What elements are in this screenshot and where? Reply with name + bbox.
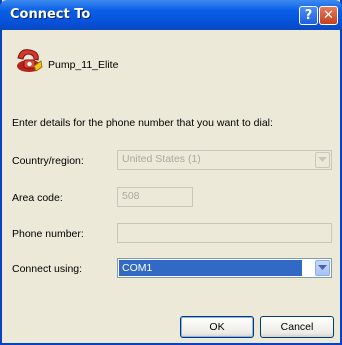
connect-using-label: Connect using: bbox=[12, 263, 83, 275]
connect-to-dialog: Connect To ? ✕ Pump_11_Elite Enter detai… bbox=[0, 0, 342, 345]
area-code-label: Area code: bbox=[12, 192, 63, 204]
instructions-text: Enter details for the phone number that … bbox=[12, 117, 273, 129]
close-button[interactable]: ✕ bbox=[319, 6, 338, 25]
phone-icon bbox=[14, 44, 44, 74]
chevron-down-icon bbox=[315, 152, 330, 168]
phone-number-label: Phone number: bbox=[12, 228, 84, 240]
window-title: Connect To bbox=[10, 7, 91, 22]
ok-button[interactable]: OK bbox=[180, 316, 254, 338]
country-region-label: Country/region: bbox=[12, 155, 84, 167]
title-bar[interactable]: Connect To ? ✕ bbox=[0, 0, 342, 30]
connection-name: Pump_11_Elite bbox=[48, 59, 119, 71]
area-code-value: 508 bbox=[122, 190, 140, 202]
phone-number-field bbox=[117, 223, 332, 243]
cancel-button[interactable]: Cancel bbox=[260, 316, 334, 338]
connect-using-value: COM1 bbox=[119, 260, 302, 276]
country-region-select: United States (1) bbox=[117, 150, 332, 170]
country-region-value: United States (1) bbox=[122, 153, 201, 165]
help-button[interactable]: ? bbox=[299, 6, 318, 25]
connect-using-select[interactable]: COM1 bbox=[117, 258, 332, 278]
area-code-field: 508 bbox=[117, 187, 193, 207]
chevron-down-icon[interactable] bbox=[315, 260, 330, 276]
